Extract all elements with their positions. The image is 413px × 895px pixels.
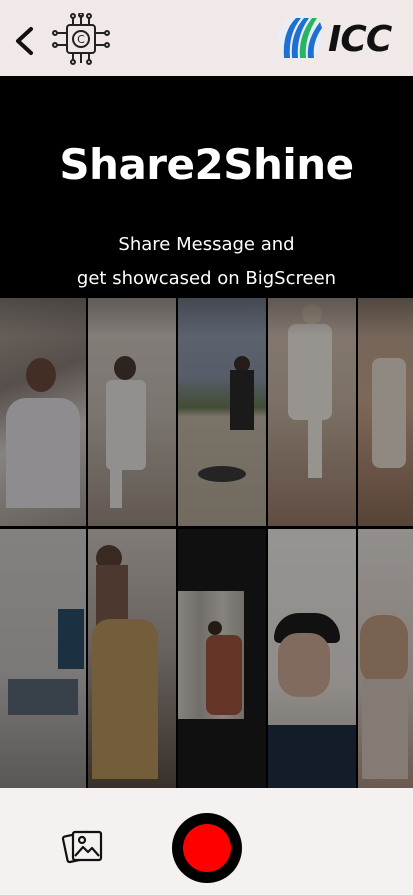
video-thumbnail[interactable] [358, 529, 413, 788]
back-button[interactable] [12, 26, 38, 56]
chevron-left-icon [16, 27, 33, 55]
logo-text: ICC [328, 19, 392, 60]
subtitle-line-1: Share Message and [118, 234, 295, 255]
record-button[interactable] [172, 813, 242, 883]
gallery-button[interactable] [61, 824, 105, 868]
circuit-copyright-icon[interactable]: C [51, 12, 113, 65]
video-thumbnail[interactable] [178, 529, 266, 788]
hero-banner: Share2Shine Share Message and get showca… [0, 76, 413, 788]
icc-logo: ICC [276, 12, 404, 64]
bottom-bar [0, 788, 413, 895]
page-title: Share2Shine [59, 140, 354, 189]
record-indicator [183, 824, 231, 872]
icc-stripes-icon [278, 16, 322, 60]
video-thumbnail[interactable] [88, 529, 176, 788]
top-bar: C ICC [0, 0, 413, 76]
video-thumbnail[interactable] [0, 529, 86, 788]
svg-text:C: C [77, 33, 85, 46]
image-gallery-icon [61, 830, 103, 864]
video-thumbnail[interactable] [268, 529, 356, 788]
subtitle-line-2: get showcased on BigScreen [76, 268, 337, 289]
